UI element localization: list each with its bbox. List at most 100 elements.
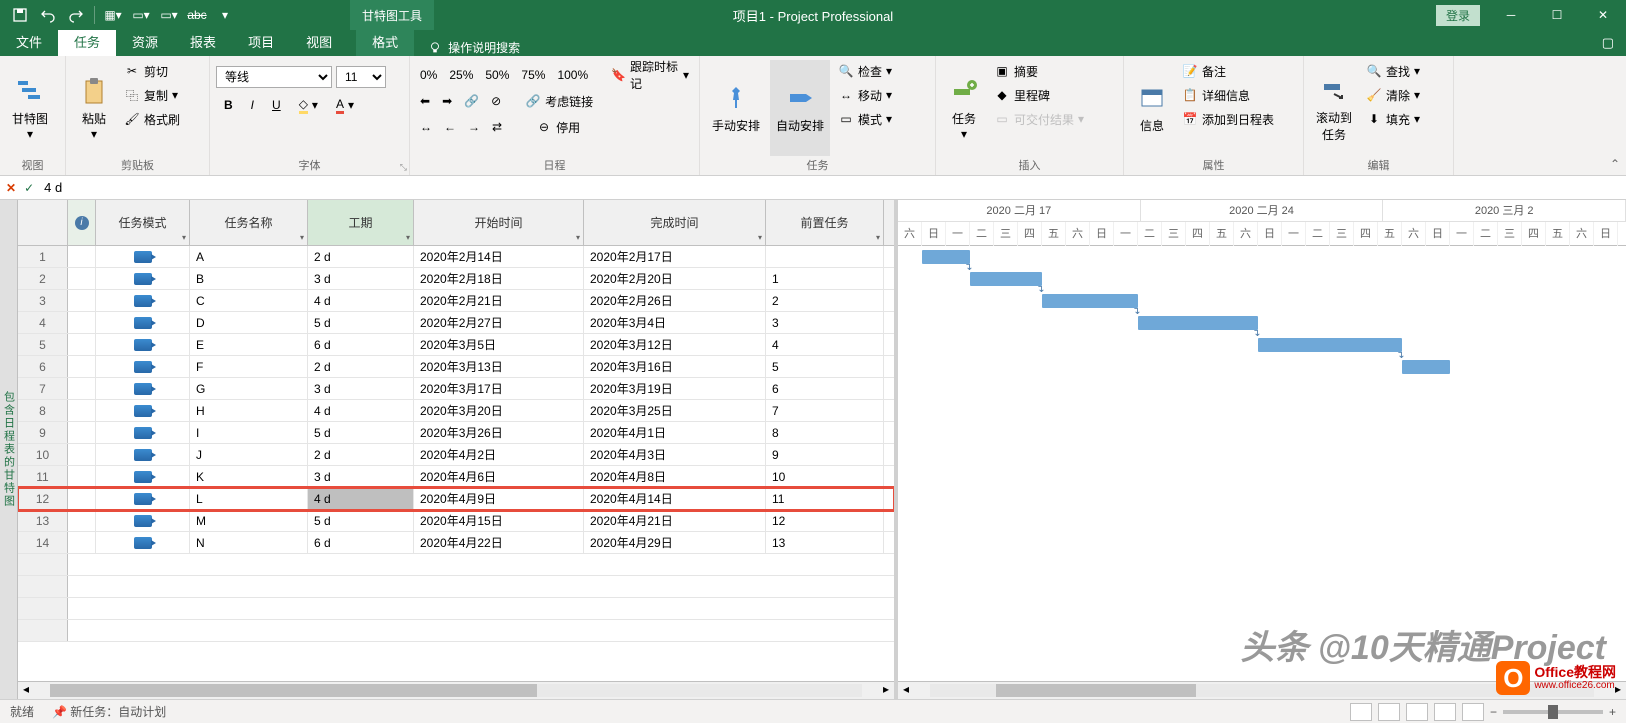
- row-number[interactable]: 5: [18, 334, 68, 355]
- row-number[interactable]: 1: [18, 246, 68, 267]
- row-number[interactable]: 9: [18, 422, 68, 443]
- formula-input[interactable]: [42, 178, 1620, 197]
- progress-50-button[interactable]: 50%: [481, 64, 513, 86]
- mode-button[interactable]: ▭模式 ▾: [834, 108, 896, 130]
- row-mode-cell[interactable]: [96, 378, 190, 399]
- row-name-cell[interactable]: D: [190, 312, 308, 333]
- tab-task[interactable]: 任务: [58, 27, 116, 56]
- indent-button[interactable]: ➡: [438, 90, 456, 112]
- row-start-cell[interactable]: 2020年2月18日: [414, 268, 584, 289]
- row-finish-cell[interactable]: 2020年2月26日: [584, 290, 766, 311]
- insert-task-button[interactable]: 任务▾: [942, 60, 986, 156]
- row-mode-cell[interactable]: [96, 444, 190, 465]
- row-finish-cell[interactable]: 2020年4月21日: [584, 510, 766, 531]
- gantt-row[interactable]: ↴: [898, 356, 1626, 378]
- row-name-cell[interactable]: K: [190, 466, 308, 487]
- row-pred-cell[interactable]: 12: [766, 510, 884, 531]
- inactivate-button[interactable]: ⊖停用: [532, 116, 584, 138]
- unlink-tasks-button[interactable]: ⊘: [487, 90, 505, 112]
- summary-button[interactable]: ▣摘要: [990, 60, 1088, 82]
- row-duration-cell[interactable]: 6 d: [308, 532, 414, 553]
- mode-header[interactable]: 任务模式▾: [96, 200, 190, 245]
- row-finish-cell[interactable]: 2020年3月4日: [584, 312, 766, 333]
- row-pred-cell[interactable]: 7: [766, 400, 884, 421]
- row-start-cell[interactable]: 2020年4月2日: [414, 444, 584, 465]
- gantt-row[interactable]: [898, 488, 1626, 510]
- row-number[interactable]: 12: [18, 488, 68, 509]
- row-pred-cell[interactable]: 9: [766, 444, 884, 465]
- row-mode-cell[interactable]: [96, 312, 190, 333]
- table-row[interactable]: 7G3 d2020年3月17日2020年3月19日6: [18, 378, 894, 400]
- gantt-hscroll[interactable]: ◂▸: [898, 681, 1626, 699]
- row-start-cell[interactable]: 2020年2月27日: [414, 312, 584, 333]
- collapse-ribbon-icon[interactable]: ⌃: [1610, 157, 1620, 171]
- row-start-cell[interactable]: 2020年3月26日: [414, 422, 584, 443]
- row-number[interactable]: 3: [18, 290, 68, 311]
- row-start-cell[interactable]: 2020年2月21日: [414, 290, 584, 311]
- row-pred-cell[interactable]: 3: [766, 312, 884, 333]
- tab-project[interactable]: 项目: [232, 27, 290, 56]
- underline-button[interactable]: U: [268, 94, 285, 116]
- progress-100-button[interactable]: 100%: [553, 64, 592, 86]
- gantt-bar[interactable]: [1402, 360, 1450, 374]
- row-finish-cell[interactable]: 2020年4月3日: [584, 444, 766, 465]
- row-info-cell[interactable]: [68, 290, 96, 311]
- row-finish-cell[interactable]: 2020年4月14日: [584, 488, 766, 509]
- view-network-button[interactable]: [1406, 703, 1428, 721]
- gantt-row[interactable]: [898, 532, 1626, 554]
- row-start-cell[interactable]: 2020年4月9日: [414, 488, 584, 509]
- row-pred-cell[interactable]: 10: [766, 466, 884, 487]
- gantt-bar[interactable]: [1042, 294, 1138, 308]
- row-duration-cell[interactable]: 3 d: [308, 268, 414, 289]
- row-pred-cell[interactable]: 4: [766, 334, 884, 355]
- row-mode-cell[interactable]: [96, 510, 190, 531]
- undo-icon[interactable]: [36, 3, 60, 27]
- gantt-bar[interactable]: [970, 272, 1042, 286]
- view-calendar-button[interactable]: [1434, 703, 1456, 721]
- gantt-bar[interactable]: [922, 250, 970, 264]
- row-mode-cell[interactable]: [96, 400, 190, 421]
- row-name-cell[interactable]: E: [190, 334, 308, 355]
- row-finish-cell[interactable]: 2020年4月29日: [584, 532, 766, 553]
- name-header[interactable]: 任务名称▾: [190, 200, 308, 245]
- progress-25-button[interactable]: 25%: [445, 64, 477, 86]
- row-name-cell[interactable]: H: [190, 400, 308, 421]
- row-duration-cell[interactable]: 5 d: [308, 510, 414, 531]
- row-duration-cell[interactable]: 3 d: [308, 378, 414, 399]
- row-mode-cell[interactable]: [96, 422, 190, 443]
- row-number[interactable]: 4: [18, 312, 68, 333]
- row-name-cell[interactable]: C: [190, 290, 308, 311]
- redo-icon[interactable]: [64, 3, 88, 27]
- paste-button[interactable]: 粘贴▾: [72, 60, 116, 156]
- row-duration-cell[interactable]: 2 d: [308, 444, 414, 465]
- tell-me-search[interactable]: 操作说明搜索: [414, 39, 534, 56]
- save-icon[interactable]: [8, 3, 32, 27]
- tab-file[interactable]: 文件: [0, 27, 58, 56]
- row-info-cell[interactable]: [68, 312, 96, 333]
- manual-schedule-button[interactable]: 手动安排: [706, 60, 766, 156]
- row-name-cell[interactable]: G: [190, 378, 308, 399]
- add-timeline-button[interactable]: 📅添加到日程表: [1178, 108, 1278, 130]
- gantt-bar[interactable]: [1258, 338, 1402, 352]
- row-duration-cell[interactable]: 2 d: [308, 356, 414, 377]
- row-duration-cell[interactable]: 4 d: [308, 488, 414, 509]
- row-duration-cell[interactable]: 2 d: [308, 246, 414, 267]
- row-pred-cell[interactable]: 5: [766, 356, 884, 377]
- row-number[interactable]: 8: [18, 400, 68, 421]
- row-start-cell[interactable]: 2020年3月20日: [414, 400, 584, 421]
- fill-color-button[interactable]: ◇▾: [295, 94, 322, 116]
- outdent-button[interactable]: ⬅: [416, 90, 434, 112]
- qat-btn-1[interactable]: ▦▾: [101, 3, 125, 27]
- row-duration-cell[interactable]: 4 d: [308, 400, 414, 421]
- row-finish-cell[interactable]: 2020年3月16日: [584, 356, 766, 377]
- tab-report[interactable]: 报表: [174, 27, 232, 56]
- row-start-cell[interactable]: 2020年3月13日: [414, 356, 584, 377]
- info-header[interactable]: i: [68, 200, 96, 245]
- row-start-cell[interactable]: 2020年4月15日: [414, 510, 584, 531]
- row-duration-cell[interactable]: 3 d: [308, 466, 414, 487]
- table-row[interactable]: 12L4 d2020年4月9日2020年4月14日11: [18, 488, 894, 510]
- row-pred-cell[interactable]: 11: [766, 488, 884, 509]
- view-resource-button[interactable]: [1462, 703, 1484, 721]
- minimize-icon[interactable]: ─: [1488, 0, 1534, 30]
- finish-header[interactable]: 完成时间▾: [584, 200, 766, 245]
